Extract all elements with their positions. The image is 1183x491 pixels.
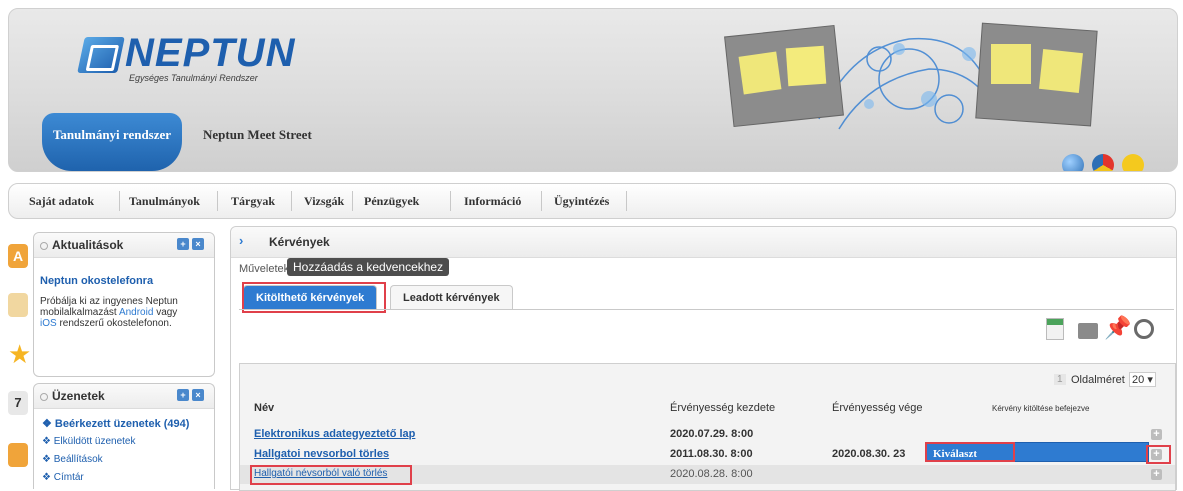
start-date: 2020.08.28. 8:00 — [670, 468, 753, 480]
news-box: Aktualitások + × Neptun okostelefonra Pr… — [33, 232, 215, 377]
page-size-label: Oldalméret — [1071, 374, 1125, 386]
chat-side-icon[interactable] — [8, 443, 28, 467]
news-title: Aktualitások — [52, 238, 124, 252]
news-headline[interactable]: Neptun okostelefonra — [40, 275, 153, 287]
news-body-text: Próbálja ki az ingyenes Neptun — [40, 296, 178, 307]
menu-separator — [352, 191, 353, 211]
android-link[interactable]: Android — [119, 307, 153, 318]
envelope-side-icon[interactable] — [8, 293, 28, 317]
directory-label: Címtár — [53, 472, 84, 483]
chevron-down-icon: ▾ — [1147, 374, 1153, 386]
tab-divider — [239, 309, 1174, 310]
messages-settings-link[interactable]: ❖ Beállítások — [42, 454, 103, 465]
request-name-link[interactable]: Elektronikus adategyeztető lap — [254, 428, 415, 440]
messages-directory-link[interactable]: ❖ Címtár — [42, 472, 84, 483]
news-box-header: Aktualitások + × — [34, 233, 214, 258]
operations-label: Műveletek: — [239, 263, 293, 275]
highlight-box — [1146, 445, 1171, 464]
meet-street-link[interactable]: Neptun Meet Street — [203, 127, 312, 143]
expand-row-icon[interactable]: + — [1151, 469, 1162, 480]
news-body-text: rendszerű okostelefonon. — [59, 318, 172, 329]
tab-label: Leadott kérvények — [403, 292, 500, 304]
menu-vizsgak[interactable]: Vizsgák — [304, 194, 344, 209]
calendar-side-icon[interactable]: 7 — [8, 391, 28, 415]
color-theme-icon[interactable] — [1092, 154, 1114, 171]
collapse-dot-icon[interactable] — [40, 242, 48, 250]
select-label: Kiválaszt — [933, 448, 977, 460]
menu-separator — [291, 191, 292, 211]
tab-leadott-kervenyek[interactable]: Leadott kérvények — [390, 285, 513, 310]
start-date: 2011.08.30. 8:00 — [670, 448, 753, 460]
messages-sent-link[interactable]: ❖ Elküldött üzenetek — [42, 436, 135, 447]
messages-title: Üzenetek — [52, 389, 105, 403]
menu-penzugyek[interactable]: Pénzügyek — [364, 194, 419, 209]
menu-informacio[interactable]: Információ — [464, 194, 521, 209]
logo-subtitle: Egységes Tanulmányi Rendszer — [129, 73, 258, 83]
ios-link[interactable]: iOS — [40, 318, 57, 329]
diamond-bullet-icon: ❖ — [42, 418, 55, 430]
diamond-bullet-icon: ❖ — [42, 436, 54, 447]
neptun-logo-icon — [77, 37, 125, 73]
menu-targyak[interactable]: Tárgyak — [231, 194, 275, 209]
messages-box: Üzenetek + × ❖ Beérkezett üzenetek (494)… — [33, 383, 215, 489]
header-illustration — [724, 22, 1098, 130]
start-date: 2020.07.29. 8:00 — [670, 428, 754, 440]
page-title: Kérvények — [269, 235, 330, 249]
request-name-link[interactable]: Hallgatoi nevsorbol törles — [254, 448, 389, 460]
pin-icon[interactable]: 📌 — [1104, 315, 1131, 341]
column-header-end[interactable]: Érvényesség vége — [832, 402, 923, 414]
expand-icon[interactable]: + — [177, 238, 189, 250]
page-number[interactable]: 1 — [1054, 374, 1066, 385]
menu-separator — [626, 191, 627, 211]
main-panel-header: › Kérvények — [231, 227, 1176, 258]
excel-export-icon[interactable] — [1046, 318, 1064, 340]
menu-tanulmanyok[interactable]: Tanulmányok — [129, 194, 200, 209]
inbox-label: Beérkezett üzenetek (494) — [54, 418, 190, 430]
sent-label: Elküldött üzenetek — [53, 436, 136, 447]
column-header-start[interactable]: Érvényesség kezdete — [670, 402, 775, 414]
menu-separator — [450, 191, 451, 211]
print-icon[interactable] — [1078, 323, 1098, 339]
messages-inbox-link[interactable]: ❖ Beérkezett üzenetek (494) — [42, 417, 189, 430]
add-to-favorites-button[interactable]: Hozzáadás a kedvencekhez — [287, 258, 450, 276]
diamond-bullet-icon: ❖ — [42, 454, 54, 465]
main-panel: › Kérvények Műveletek: Hozzáadás a kedve… — [230, 226, 1177, 491]
settings-label: Beállítások — [53, 454, 103, 465]
star-side-icon[interactable]: ★ — [8, 341, 31, 367]
news-side-icon[interactable]: A — [8, 244, 28, 268]
menu-separator — [541, 191, 542, 211]
logo-text: NEPTUN — [125, 31, 296, 75]
expand-row-icon[interactable]: + — [1151, 429, 1162, 440]
accessibility-icon[interactable] — [1122, 154, 1144, 171]
news-body-text: vagy — [156, 307, 178, 318]
column-header-completed[interactable]: Kérvény kitöltése befejezve — [992, 404, 1089, 413]
menu-separator — [119, 191, 120, 211]
diamond-bullet-icon: ❖ — [42, 472, 54, 483]
menu-sajat-adatok[interactable]: Saját adatok — [29, 194, 94, 209]
page-size-select[interactable]: 20 ▾ — [1129, 372, 1156, 387]
search-icon[interactable] — [1134, 319, 1154, 339]
tab-tanulmanyi-rendszer[interactable]: Tanulmányi rendszer — [42, 113, 182, 171]
highlight-box — [250, 465, 412, 485]
close-icon[interactable]: × — [192, 238, 204, 250]
page-size-value: 20 — [1132, 374, 1145, 386]
messages-box-header: Üzenetek + × — [34, 384, 214, 409]
news-body: Próbálja ki az ingyenes Neptun mobilalka… — [40, 296, 212, 329]
system-tab-label: Tanulmányi rendszer — [52, 127, 172, 142]
chevron-right-icon: › — [239, 233, 244, 248]
expand-icon[interactable]: + — [177, 389, 189, 401]
globe-icon[interactable] — [1062, 154, 1084, 171]
menu-ugyintezes[interactable]: Ügyintézés — [554, 194, 609, 209]
column-header-name[interactable]: Név — [254, 402, 274, 414]
collapse-dot-icon[interactable] — [40, 393, 48, 401]
select-menu-item[interactable]: Kiválaszt — [925, 442, 1015, 462]
requests-grid: 1 Oldalméret 20 ▾ Név Érvényesség kezdet… — [239, 363, 1176, 491]
menu-separator — [217, 191, 218, 211]
excel-export-icon-band — [1047, 319, 1063, 325]
close-icon[interactable]: × — [192, 389, 204, 401]
header-banner: NEPTUN Egységes Tanulmányi Rendszer Tanu… — [8, 8, 1178, 172]
end-date: 2020.08.30. 23 — [832, 448, 906, 460]
main-menu: Saját adatok Tanulmányok Tárgyak Vizsgák… — [8, 183, 1176, 219]
news-body-text: mobilalkalmazást — [40, 307, 117, 318]
